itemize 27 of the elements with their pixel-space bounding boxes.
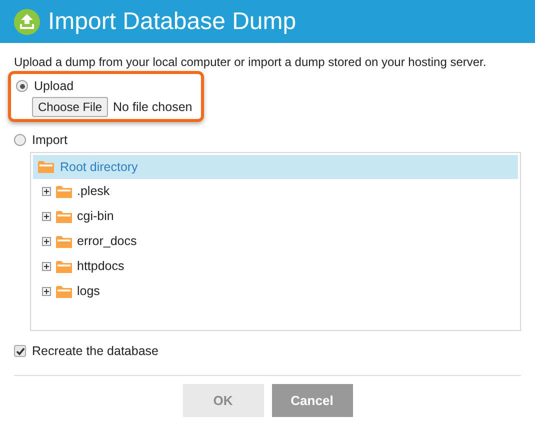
radio-button[interactable] [16, 80, 28, 92]
choose-file-button[interactable]: Choose File [32, 97, 108, 117]
folder-icon [56, 210, 72, 224]
expand-icon[interactable] [42, 262, 51, 271]
description: Upload a dump from your local computer or import a dump stored on your hosting server. [14, 54, 488, 70]
radio-button[interactable] [14, 134, 26, 146]
expand-icon[interactable] [42, 187, 51, 196]
checkbox-label: Recreate the database [32, 342, 158, 360]
expand-icon[interactable] [42, 237, 51, 246]
upload-icon [14, 8, 40, 34]
tree-item[interactable]: httpdocs [77, 257, 124, 276]
tree-item[interactable]: .plesk [77, 182, 110, 201]
expand-icon[interactable] [42, 287, 51, 296]
folder-icon [56, 260, 72, 274]
file-status: No file chosen [113, 98, 192, 116]
tree-item[interactable]: cgi-bin [77, 207, 114, 226]
dialog-title: Import Database Dump [48, 6, 296, 36]
checkbox[interactable] [14, 345, 26, 357]
radio-label: Import [32, 132, 68, 149]
tree-item[interactable]: error_docs [77, 232, 137, 251]
folder-icon [56, 234, 72, 248]
folder-icon [38, 160, 54, 174]
expand-icon[interactable] [42, 212, 51, 221]
folder-icon [56, 284, 72, 298]
tree-item[interactable]: logs [77, 282, 100, 301]
folder-icon [56, 184, 72, 198]
radio-label: Upload [34, 78, 74, 95]
